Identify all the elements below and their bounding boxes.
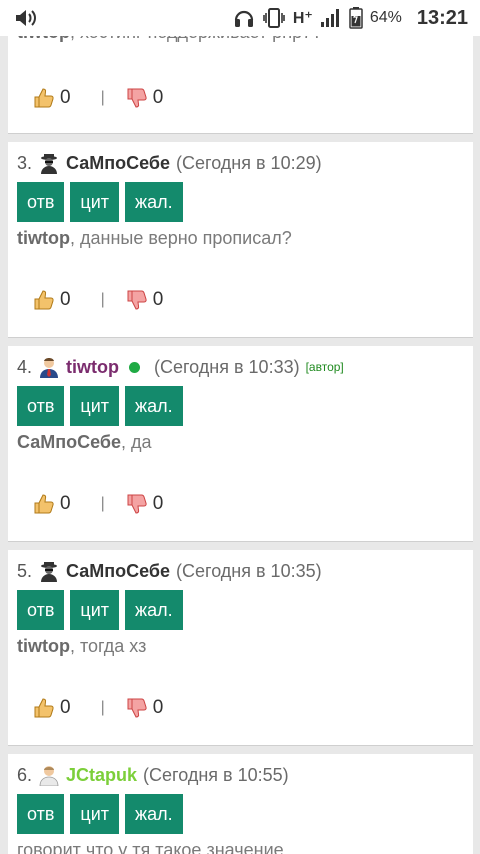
comment-number: 6. [17,764,33,785]
author-name[interactable]: СаМпоСебе [66,153,170,174]
report-button[interactable]: жал. [125,386,183,426]
vote-separator: | [100,495,105,512]
reply-to-name[interactable]: СаМпоСебе [17,432,121,452]
dislike-count: 0 [152,493,164,514]
headphones-icon [234,10,253,27]
author-name[interactable]: tiwtop [66,357,119,378]
dislike-count: 0 [152,87,164,108]
author-badge: [автор] [305,360,344,374]
comment-time: (Сегодня в 10:33) [154,356,300,377]
reply-button[interactable]: отв [17,794,65,834]
vote-separator: | [100,89,105,106]
comment-header: 4. tiwtop (Сегодня в 10:33) [автор] [17,354,344,380]
volume-icon [16,10,36,26]
user-avatar-icon [39,766,59,786]
comment-time: (Сегодня в 10:35) [176,560,322,581]
author-name[interactable]: СаМпоСебе [66,561,170,582]
dislike-button[interactable]: 0 [125,492,164,516]
comment-header: 5. СаМпоСебе (Сегодня в 10:35) [17,558,322,584]
report-button[interactable]: жал. [125,182,183,222]
comment-card-6: 6. JCtapuk (Сегодня в 10:55) отв цит жал… [8,754,473,854]
comment-actions: отв цит жал. [17,794,183,834]
vote-bar: 0 | 0 [32,492,163,516]
comment-time: (Сегодня в 10:29) [176,152,322,173]
vote-separator: | [100,291,105,308]
author-name[interactable]: JCtapuk [66,765,137,786]
dislike-button[interactable]: 0 [125,86,164,110]
quote-button[interactable]: цит [70,182,120,222]
comment-header: 3. СаМпоСебе (Сегодня в 10:29) [17,150,322,176]
thumbs-up-icon [34,494,54,514]
signal-icon [320,9,339,27]
comment-text: СаМпоСебе, да [17,432,152,452]
reply-button[interactable]: отв [17,182,65,222]
comment-card-3: 3. СаМпоСебе (Сегодня в 10:29) отв цит ж… [8,142,473,338]
thumbs-up-icon [34,698,54,718]
report-button[interactable]: жал. [125,794,183,834]
comment-header: 6. JCtapuk (Сегодня в 10:55) [17,762,289,788]
comment-actions: отв цит жал. [17,590,183,630]
reply-button[interactable]: отв [17,590,65,630]
online-indicator [129,361,140,373]
comment-feed[interactable]: tiwtop, хостинг поддерживает php7? 0 | 0… [0,0,480,854]
thumbs-down-icon [127,494,147,514]
quote-button[interactable]: цит [70,794,120,834]
like-button[interactable]: 0 [32,288,71,312]
vote-separator: | [100,699,105,716]
like-count: 0 [60,289,71,310]
comment-text: tiwtop, данные верно прописал? [17,228,292,248]
comment-card-5: 5. СаМпоСебе (Сегодня в 10:35) отв цит ж… [8,550,473,746]
dislike-count: 0 [152,289,164,310]
dislike-button[interactable]: 0 [125,288,164,312]
thumbs-down-icon [127,290,147,310]
like-button[interactable]: 0 [32,86,71,110]
vote-bar: 0 | 0 [32,86,163,110]
businessman-avatar-icon [40,358,59,378]
thumbs-up-icon [34,290,54,310]
network-type: H⁺ [292,10,313,27]
like-count: 0 [60,87,71,108]
quote-button[interactable]: цит [70,590,120,630]
battery-percent: 64% [369,9,402,26]
spy-avatar-icon [41,562,58,582]
comment-actions: отв цит жал. [17,386,183,426]
thumbs-down-icon [127,88,147,108]
thumbs-down-icon [127,698,147,718]
report-button[interactable]: жал. [125,590,183,630]
reply-button[interactable]: отв [17,386,65,426]
comment-text: говорит что у тя такое значение [17,840,284,854]
thumbs-up-icon [34,88,54,108]
comment-text: tiwtop, тогда хз [17,636,147,656]
comment-time: (Сегодня в 10:55) [143,764,289,785]
like-count: 0 [60,493,71,514]
like-button[interactable]: 0 [32,492,71,516]
dislike-button[interactable]: 0 [125,696,164,720]
reply-to-name[interactable]: tiwtop [17,636,70,656]
comment-number: 5. [17,560,33,581]
vibrate-icon [263,8,285,28]
comment-number: 4. [17,356,33,377]
vote-bar: 0 | 0 [32,696,163,720]
like-count: 0 [60,697,71,718]
comment-card-4: 4. tiwtop (Сегодня в 10:33) [автор] отв … [8,346,473,542]
quote-button[interactable]: цит [70,386,120,426]
dislike-count: 0 [152,697,164,718]
battery-icon [349,7,363,29]
comment-actions: отв цит жал. [17,182,183,222]
status-bar: H⁺ 64% 13:21 [0,0,480,36]
vote-bar: 0 | 0 [32,288,163,312]
comment-number: 3. [17,152,33,173]
reply-to-name[interactable]: tiwtop [17,228,70,248]
clock: 13:21 [416,6,468,29]
spy-avatar-icon [41,154,58,174]
like-button[interactable]: 0 [32,696,71,720]
